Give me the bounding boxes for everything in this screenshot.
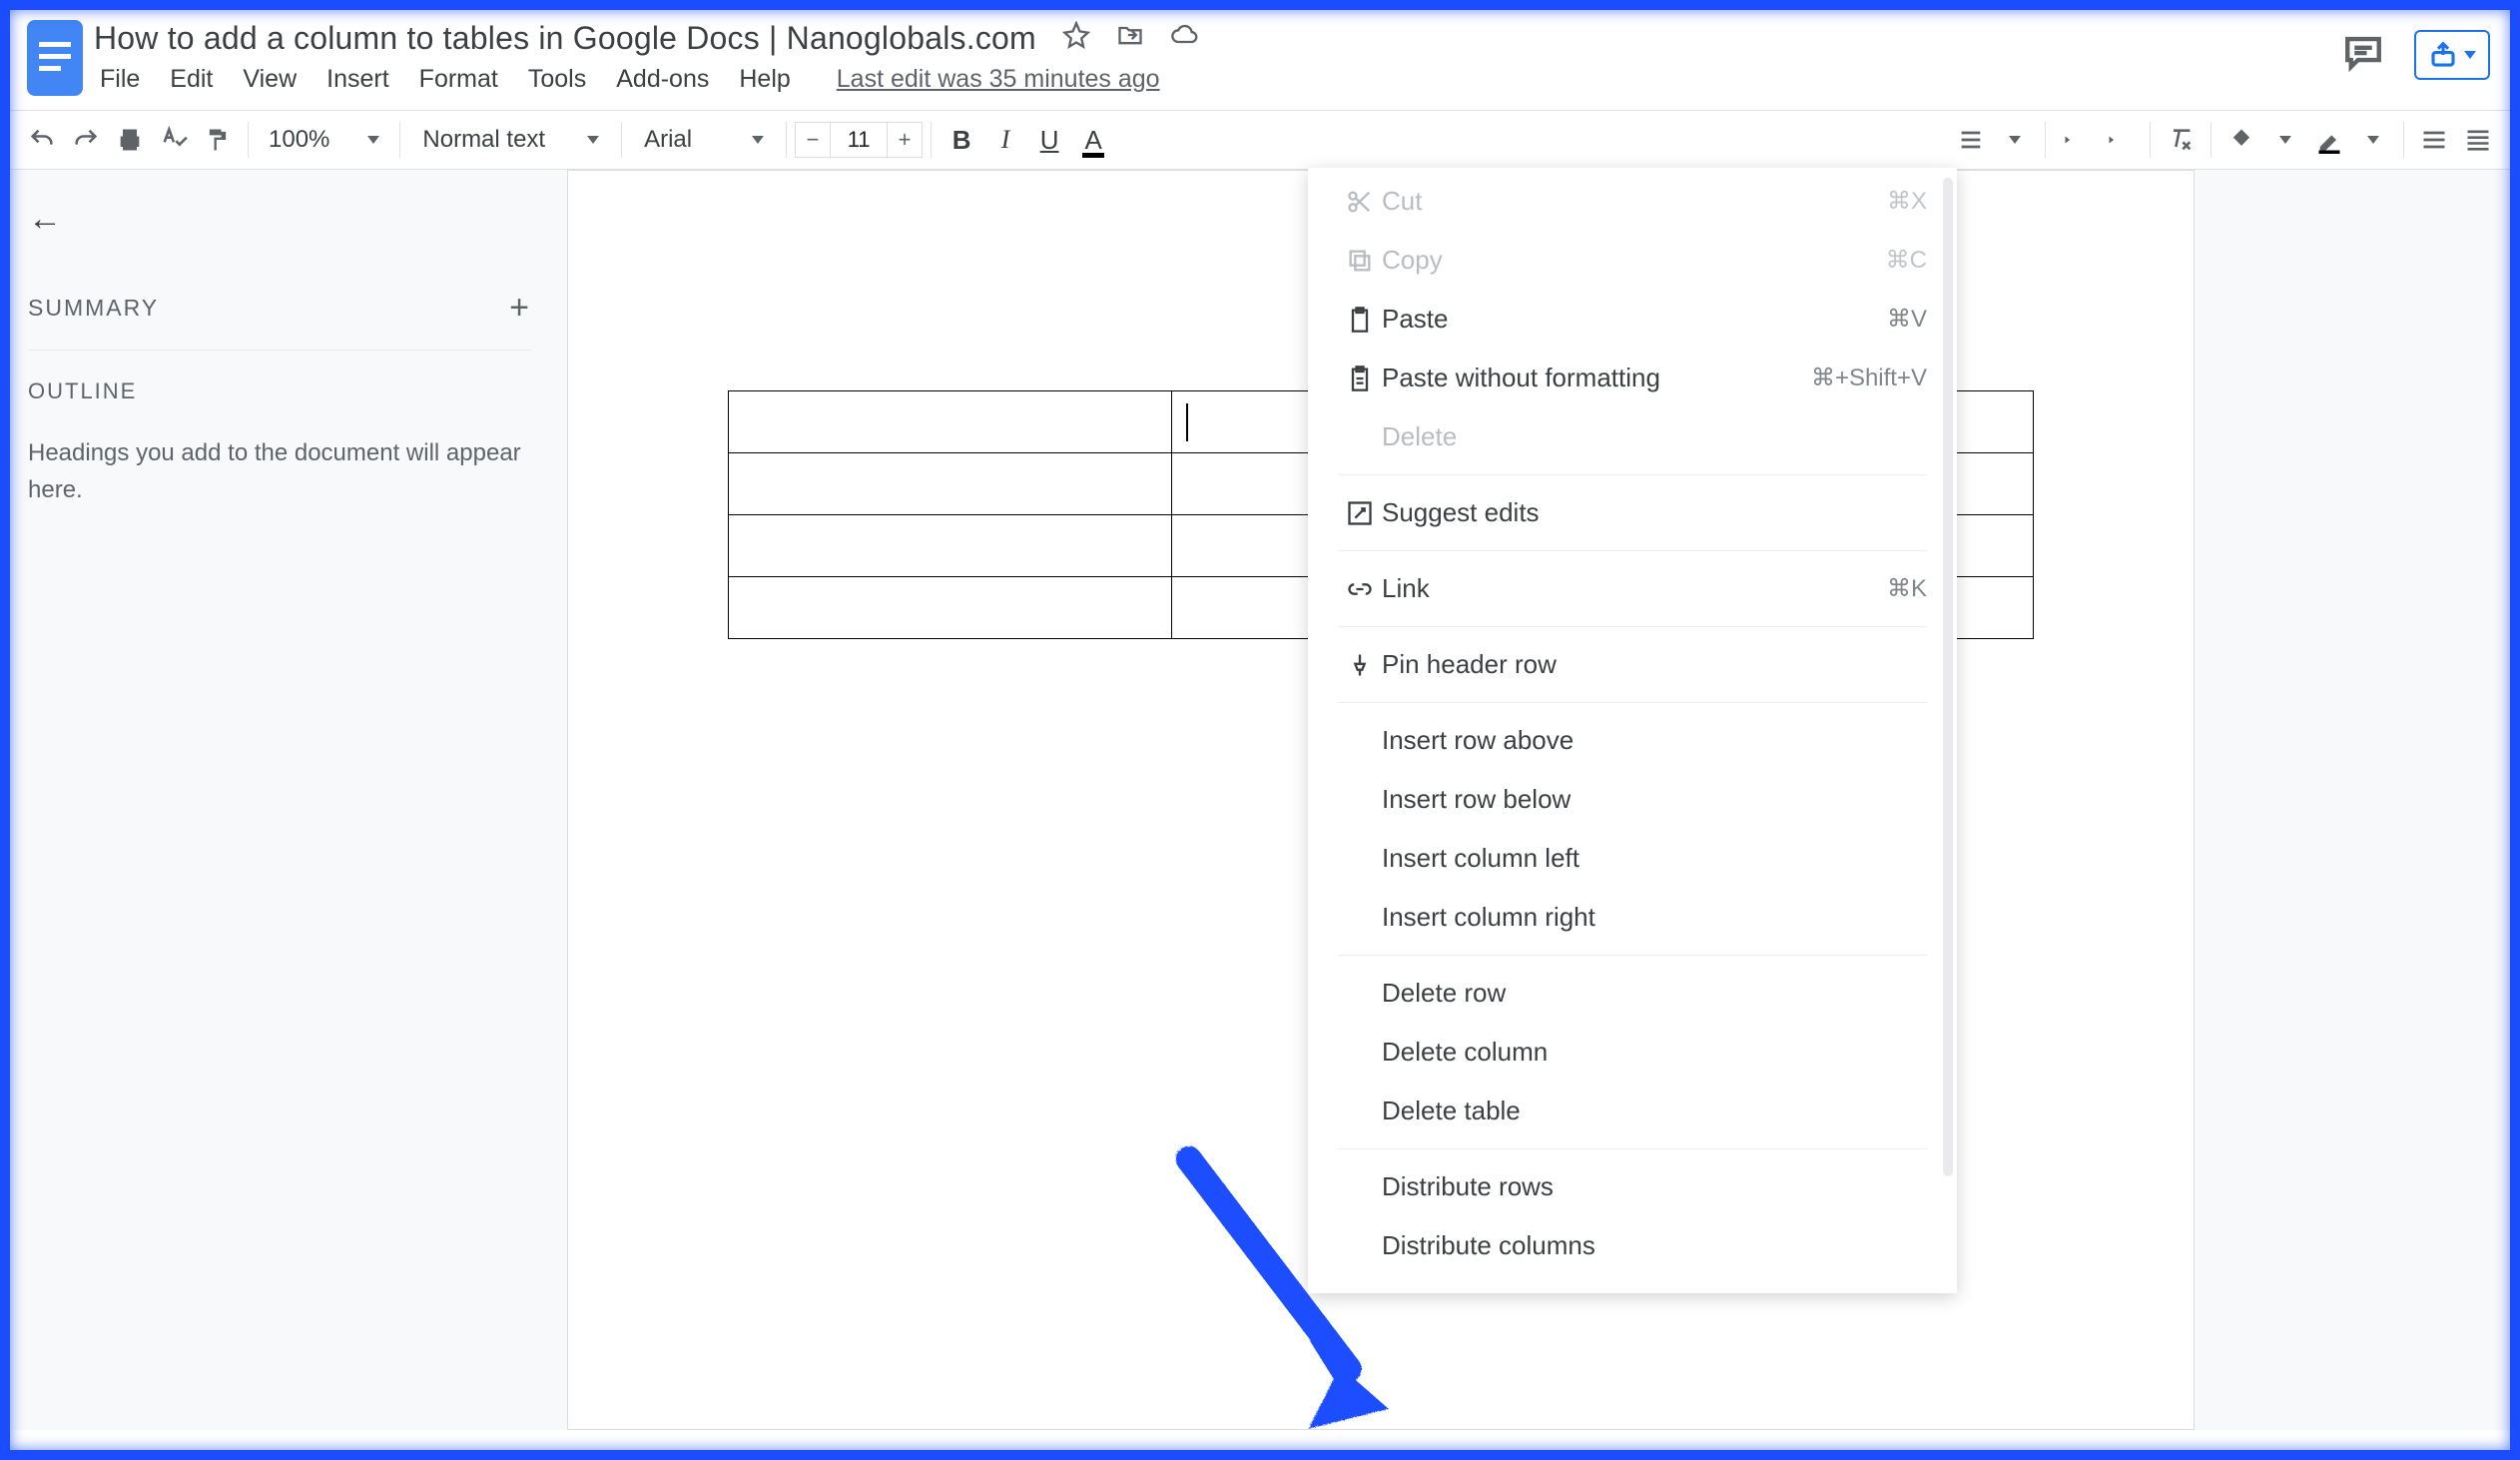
- pin-icon: [1338, 651, 1382, 679]
- header-right: [2342, 30, 2490, 80]
- line-spacing-button[interactable]: [1949, 119, 1993, 161]
- menu-tools[interactable]: Tools: [524, 63, 590, 96]
- last-edit-info[interactable]: Last edit was 35 minutes ago: [837, 65, 1160, 94]
- doc-title[interactable]: How to add a column to tables in Google …: [94, 20, 1036, 57]
- menu-help[interactable]: Help: [735, 63, 794, 96]
- bold-button[interactable]: B: [940, 119, 983, 161]
- font-size-box: − 11 +: [795, 122, 923, 158]
- font-size-decrease[interactable]: −: [795, 122, 831, 158]
- ctx-delete-row[interactable]: Delete row: [1308, 964, 1957, 1023]
- zoom-select[interactable]: 100%: [257, 126, 391, 154]
- add-summary-button[interactable]: +: [509, 289, 531, 328]
- context-menu: Cut ⌘X Copy ⌘C Paste ⌘V Paste without fo…: [1308, 168, 1957, 1293]
- scissors-icon: [1338, 188, 1382, 216]
- editing-mode-button[interactable]: [2412, 119, 2456, 161]
- highlight-color-button[interactable]: [2307, 119, 2351, 161]
- ctx-pin-header-row[interactable]: Pin header row: [1308, 635, 1957, 694]
- copy-icon: [1338, 247, 1382, 275]
- ctx-cut: Cut ⌘X: [1308, 172, 1957, 231]
- menu-edit[interactable]: Edit: [166, 63, 217, 96]
- text-color-button[interactable]: A: [1071, 119, 1115, 161]
- star-icon[interactable]: [1062, 20, 1090, 57]
- outline-heading: OUTLINE: [28, 378, 531, 404]
- more-button[interactable]: [2456, 119, 2500, 161]
- ctx-insert-row-above[interactable]: Insert row above: [1308, 711, 1957, 770]
- font-select[interactable]: Arial: [630, 126, 778, 154]
- style-value: Normal text: [422, 126, 545, 154]
- undo-button[interactable]: [20, 119, 64, 161]
- suggest-icon: [1338, 499, 1382, 527]
- titlebar: How to add a column to tables in Google …: [0, 0, 2520, 110]
- ctx-insert-column-right[interactable]: Insert column right: [1308, 888, 1957, 947]
- menu-bar: File Edit View Insert Format Tools Add-o…: [94, 63, 2500, 96]
- ctx-suggest-edits[interactable]: Suggest edits: [1308, 483, 1957, 542]
- ctx-paste[interactable]: Paste ⌘V: [1308, 290, 1957, 349]
- zoom-value: 100%: [269, 126, 329, 154]
- print-button[interactable]: [108, 119, 152, 161]
- menu-format[interactable]: Format: [415, 63, 502, 96]
- font-size-increase[interactable]: +: [887, 122, 923, 158]
- paragraph-style-select[interactable]: Normal text: [408, 126, 613, 154]
- font-size-input[interactable]: 11: [831, 122, 887, 158]
- ctx-copy: Copy ⌘C: [1308, 231, 1957, 290]
- ctx-distribute-rows[interactable]: Distribute rows: [1308, 1157, 1957, 1216]
- font-value: Arial: [644, 126, 692, 154]
- link-icon: [1338, 575, 1382, 603]
- fill-color-caret[interactable]: [2263, 119, 2307, 161]
- clipboard-icon: [1338, 306, 1382, 334]
- menu-addons[interactable]: Add-ons: [612, 63, 713, 96]
- ctx-delete-column[interactable]: Delete column: [1308, 1023, 1957, 1082]
- chevron-down-icon: [367, 136, 379, 144]
- move-folder-icon[interactable]: [1116, 20, 1144, 57]
- spellcheck-button[interactable]: [152, 119, 196, 161]
- summary-heading: SUMMARY: [28, 295, 159, 322]
- menu-file[interactable]: File: [96, 63, 144, 96]
- chevron-down-icon: [2464, 51, 2476, 59]
- outline-empty-hint: Headings you add to the document will ap…: [28, 434, 531, 508]
- docs-logo-icon[interactable]: [22, 14, 88, 102]
- menu-insert[interactable]: Insert: [322, 63, 393, 96]
- toolbar: 100% Normal text Arial − 11 + B I U A: [0, 110, 2520, 170]
- ctx-link[interactable]: Link ⌘K: [1308, 559, 1957, 618]
- ctx-delete-table[interactable]: Delete table: [1308, 1082, 1957, 1140]
- share-button[interactable]: [2414, 30, 2490, 80]
- context-menu-scrollbar[interactable]: [1943, 178, 1953, 1176]
- paint-format-button[interactable]: [196, 119, 240, 161]
- ctx-insert-column-left[interactable]: Insert column left: [1308, 829, 1957, 888]
- ctx-delete: Delete: [1308, 407, 1957, 466]
- workspace: ← SUMMARY + OUTLINE Headings you add to …: [0, 170, 2520, 1430]
- chevron-down-icon: [752, 136, 764, 144]
- menu-view[interactable]: View: [239, 63, 301, 96]
- clear-formatting-button[interactable]: [2159, 119, 2203, 161]
- chevron-down-icon: [587, 136, 599, 144]
- italic-button[interactable]: I: [983, 119, 1027, 161]
- open-comments-button[interactable]: [2342, 32, 2384, 79]
- cloud-status-icon[interactable]: [1170, 20, 1198, 57]
- highlight-caret[interactable]: [2351, 119, 2395, 161]
- ctx-paste-plain[interactable]: Paste without formatting ⌘+Shift+V: [1308, 349, 1957, 407]
- ctx-insert-row-below[interactable]: Insert row below: [1308, 770, 1957, 829]
- collapse-outline-button[interactable]: ←: [28, 200, 531, 239]
- ctx-distribute-columns[interactable]: Distribute columns: [1308, 1216, 1957, 1275]
- redo-button[interactable]: [64, 119, 108, 161]
- fill-color-button[interactable]: [2219, 119, 2263, 161]
- outline-sidebar: ← SUMMARY + OUTLINE Headings you add to …: [0, 170, 559, 1430]
- line-spacing-caret[interactable]: [1993, 119, 2037, 161]
- decrease-indent-button[interactable]: [2054, 119, 2098, 161]
- clipboard-plain-icon: [1338, 365, 1382, 392]
- underline-button[interactable]: U: [1027, 119, 1071, 161]
- increase-indent-button[interactable]: [2098, 119, 2142, 161]
